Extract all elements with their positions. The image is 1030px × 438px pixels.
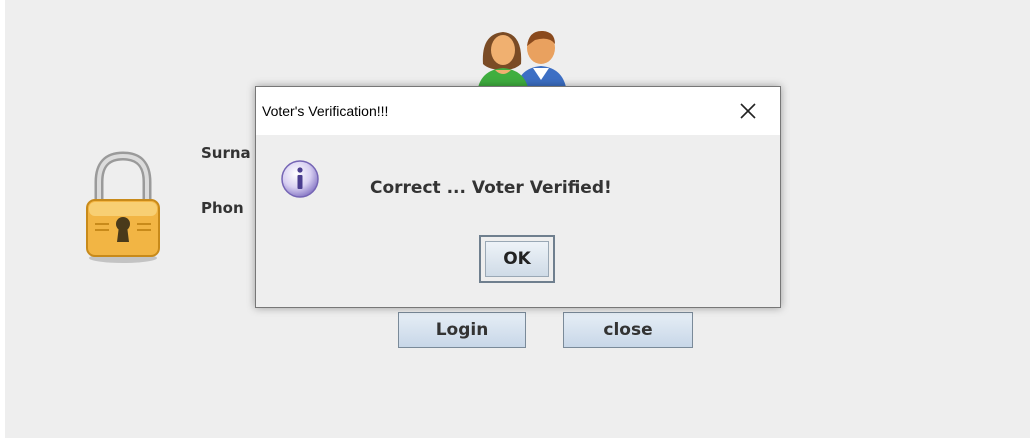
dialog-message: Correct ... Voter Verified!: [370, 178, 612, 198]
close-button[interactable]: close: [563, 312, 693, 348]
dialog-title: Voter's Verification!!!: [262, 103, 389, 119]
information-icon: [281, 160, 319, 198]
ok-button-label: OK: [485, 241, 549, 277]
close-icon[interactable]: [736, 99, 760, 123]
users-icon: [477, 30, 567, 94]
login-button[interactable]: Login: [398, 312, 526, 348]
ok-button[interactable]: OK: [479, 235, 555, 283]
surname-label: Surna: [201, 144, 251, 162]
verification-dialog: Voter's Verification!!! Correct ... Vote…: [255, 86, 781, 308]
phone-label: Phon: [201, 199, 244, 217]
dialog-titlebar[interactable]: Voter's Verification!!!: [256, 87, 780, 135]
padlock-icon: [86, 151, 160, 263]
